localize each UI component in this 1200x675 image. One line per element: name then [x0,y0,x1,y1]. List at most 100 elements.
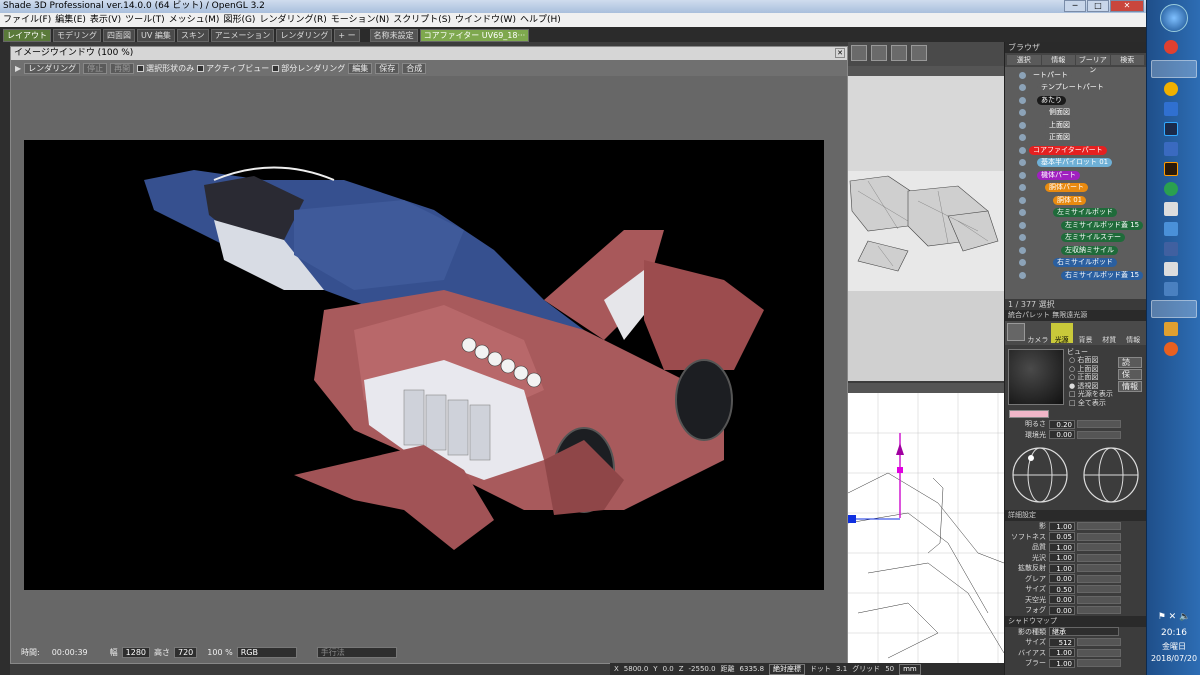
palette-tab-camera[interactable]: カメラ [1027,323,1049,344]
browser-tree-item[interactable]: 機体パート [1005,169,1146,182]
visibility-icon[interactable] [1019,134,1026,142]
render-button[interactable]: レンダリング [24,62,81,74]
browser-tree-item[interactable]: あたり [1005,94,1146,107]
render-preview-icon[interactable] [911,45,927,61]
browser-tree-item[interactable]: 基本半パイロット 01 [1005,157,1146,170]
app-icon[interactable] [1164,182,1178,196]
tab-add[interactable]: + ー [334,29,360,42]
shade-active-taskbar-item[interactable] [1151,300,1197,318]
width-field[interactable]: 1280 [121,647,150,658]
browser-tab-info[interactable]: 情報 [1041,55,1075,65]
browser-tree-item[interactable]: 左ミサイルステー [1005,232,1146,245]
palette-tab-light[interactable]: 光源 [1050,323,1073,344]
folder-icon[interactable] [1164,102,1178,116]
visibility-icon[interactable] [1019,171,1026,179]
play-icon[interactable]: ▶ [15,64,21,73]
detail-field[interactable]: 0.05 [1049,532,1075,542]
app-icon[interactable] [1164,142,1178,156]
view-radio-perspective[interactable]: ● 透視図 [1069,382,1113,391]
shade-taskbar-item[interactable] [1151,60,1197,78]
detail-field[interactable]: 1.00 [1049,563,1075,573]
detail-slider[interactable] [1077,532,1121,541]
move-tool-icon[interactable] [871,45,887,61]
shadow-slider[interactable] [1077,659,1121,668]
detail-field[interactable]: 1.00 [1049,521,1075,531]
visibility-icon[interactable] [1019,121,1026,129]
visibility-icon[interactable] [1019,246,1026,254]
palette-tab-background[interactable]: 背景 [1075,323,1097,344]
shadow-type-select[interactable]: 継承 [1049,627,1119,637]
tab-animation[interactable]: アニメーション [210,29,275,42]
magnet-tool-icon[interactable] [891,45,907,61]
menu-edit[interactable]: 編集(E) [55,13,90,27]
detail-field[interactable]: 0.00 [1049,605,1075,615]
stop-button[interactable]: 停止 [83,62,108,74]
detail-slider[interactable] [1077,543,1121,552]
visibility-icon[interactable] [1019,96,1026,104]
detail-field[interactable]: 0.00 [1049,595,1075,605]
resume-button[interactable]: 再開 [110,62,135,74]
detail-slider[interactable] [1077,553,1121,562]
tab-four-view[interactable]: 四面図 [103,29,135,42]
view-radio-front[interactable]: ○ 正面図 [1069,373,1113,382]
browser-tab-boolean[interactable]: ブーリアン [1076,55,1110,74]
method-select[interactable]: 手行法 [316,647,397,658]
visibility-icon[interactable] [1019,84,1026,92]
menu-help[interactable]: ヘルプ(H) [520,13,565,27]
browser-tree-item[interactable]: ートパート [1005,69,1146,82]
view-info-button[interactable]: 情報 [1118,381,1142,392]
view-radio-right[interactable]: ○ 右面図 [1069,356,1113,365]
menu-mesh[interactable]: メッシュ(M) [169,13,224,27]
document-icon[interactable] [1164,202,1178,216]
ambient-slider[interactable] [1077,430,1121,439]
menu-tools[interactable]: ツール(T) [125,13,169,27]
visibility-icon[interactable] [1019,234,1026,242]
browser-tree-item[interactable]: 左ミサイルポッド蓋 15 [1005,219,1146,232]
active-view-checkbox[interactable]: アクティブビュー [197,63,269,74]
app-icon[interactable] [1164,282,1178,296]
firefox-icon[interactable] [1164,342,1178,356]
detail-slider[interactable] [1077,595,1121,604]
palette-tab-info[interactable]: 情報 [1122,323,1144,344]
maximize-button[interactable]: □ [1087,0,1109,12]
visibility-icon[interactable] [1019,259,1026,267]
image-window-close-icon[interactable]: ✕ [835,48,845,58]
browser-tree-item[interactable]: 胴体 01 [1005,194,1146,207]
height-field[interactable]: 720 [174,647,198,658]
detail-slider[interactable] [1077,574,1121,583]
detail-slider[interactable] [1077,522,1121,531]
shadow-slider[interactable] [1077,648,1121,657]
menu-window[interactable]: ウインドウ(W) [455,13,520,27]
view-read-button[interactable]: 読 [1118,357,1142,368]
browser-tree-item[interactable]: 胴体パート [1005,182,1146,195]
clock-time[interactable]: 20:16 [1147,628,1200,638]
tab-modeling[interactable]: モデリング [53,29,101,42]
tab-rendering[interactable]: レンダリング [276,29,333,42]
app-icon[interactable] [1164,322,1178,336]
detail-slider[interactable] [1077,564,1121,573]
show-light-checkbox[interactable]: □ 光源を表示 [1069,390,1113,399]
palette-pin-icon[interactable] [1007,323,1025,341]
zoom-select[interactable]: 100 % [207,648,232,657]
doc-tab-corefighter[interactable]: コアファイター UV69_18··· [419,29,530,42]
detail-field[interactable]: 1.00 [1049,553,1075,563]
visibility-icon[interactable] [1019,196,1026,204]
browser-tree-item[interactable]: 正面図 [1005,132,1146,145]
view-save-button[interactable]: 保 [1118,369,1142,380]
app-icon[interactable] [1164,82,1178,96]
unit-select[interactable]: mm [899,663,921,675]
visibility-icon[interactable] [1019,159,1026,167]
visibility-icon[interactable] [1019,146,1026,154]
browser-tree-item[interactable]: 右ミサイルポッド [1005,257,1146,270]
menu-shape[interactable]: 図形(G) [223,13,259,27]
tray-icons[interactable]: ⚑ ✕ 🔈 [1147,612,1200,622]
visibility-icon[interactable] [1019,184,1026,192]
doc-tab-untitled[interactable]: 名称未設定 [369,29,418,42]
light-color-swatch[interactable] [1009,410,1049,418]
browser-tab-search[interactable]: 検索 [1110,55,1144,65]
view-radio-top[interactable]: ○ 上面図 [1069,365,1113,374]
menu-render[interactable]: レンダリング(R) [259,13,330,27]
browser-tree-item[interactable]: 上面図 [1005,119,1146,132]
light-direction-sphere-2[interactable] [1082,446,1140,504]
minimize-button[interactable]: ─ [1064,0,1086,12]
